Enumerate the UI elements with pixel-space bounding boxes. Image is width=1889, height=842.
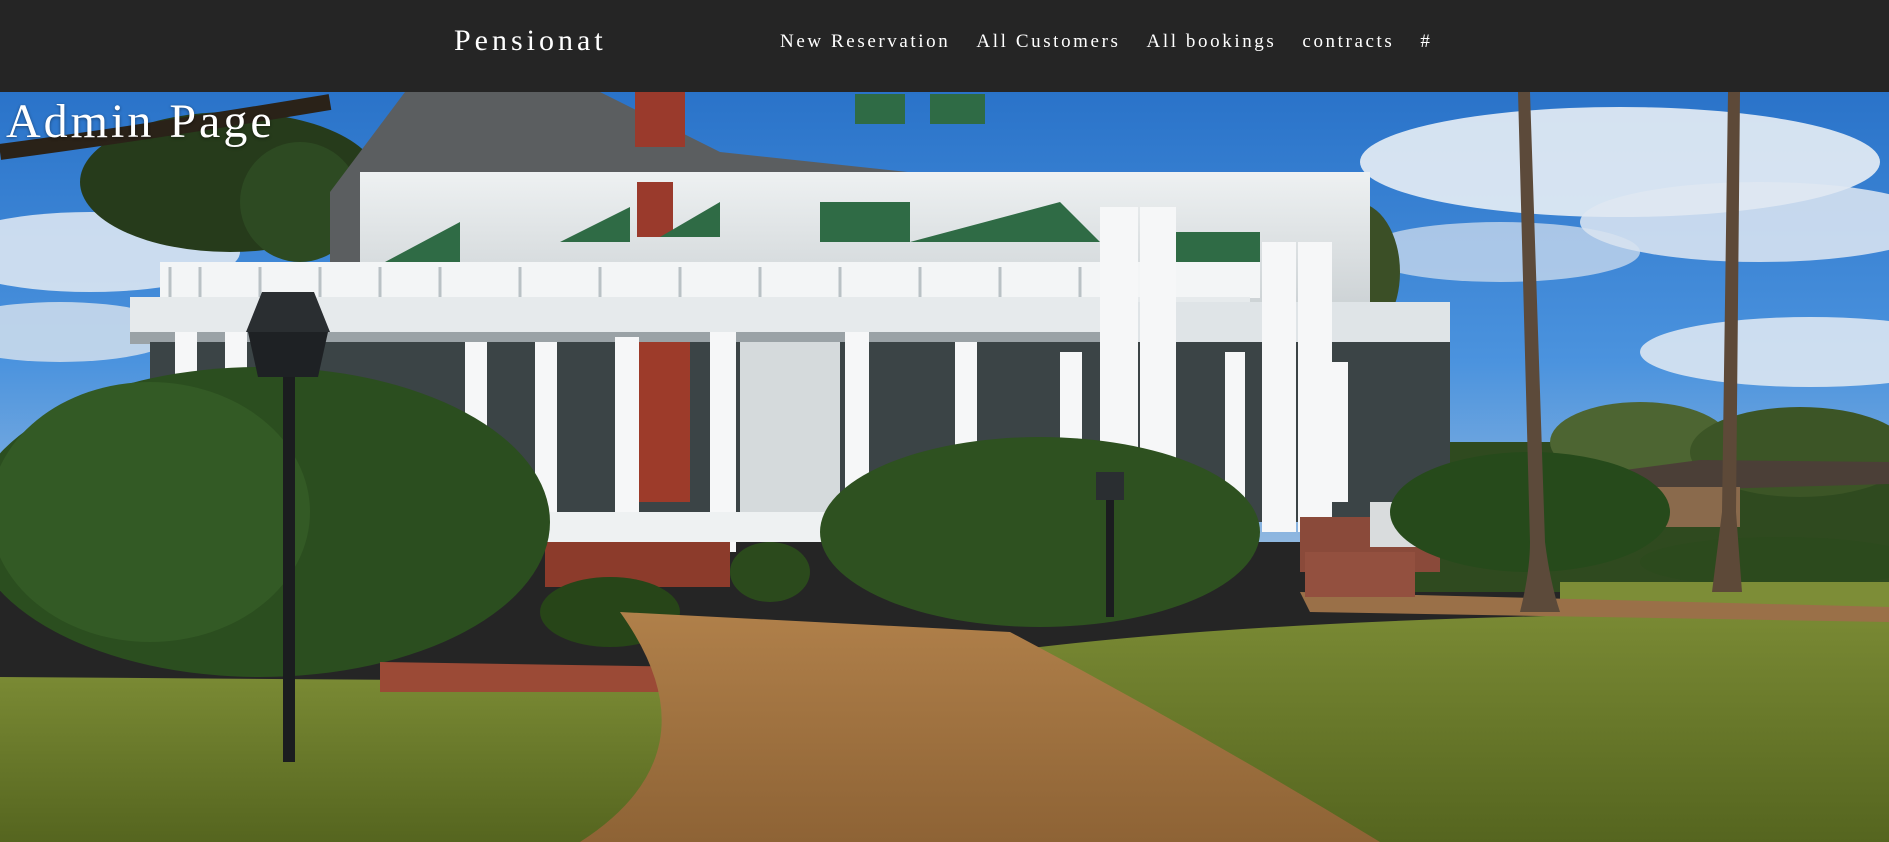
nav-contracts[interactable]: contracts	[1302, 31, 1394, 53]
nav-links: New Reservation All Customers All bookin…	[780, 31, 1459, 53]
nav-all-bookings[interactable]: All bookings	[1147, 31, 1277, 53]
page-title: Admin Page	[6, 95, 275, 148]
nav-all-customers[interactable]: All Customers	[976, 31, 1120, 53]
hero-photo	[0, 92, 1889, 842]
brand-link[interactable]: Pensionat	[454, 24, 607, 58]
hero-image	[0, 92, 1889, 842]
nav-new-reservation[interactable]: New Reservation	[780, 31, 950, 53]
nav-hash-link[interactable]: #	[1420, 31, 1432, 53]
top-navbar: Pensionat New Reservation All Customers …	[0, 0, 1889, 92]
